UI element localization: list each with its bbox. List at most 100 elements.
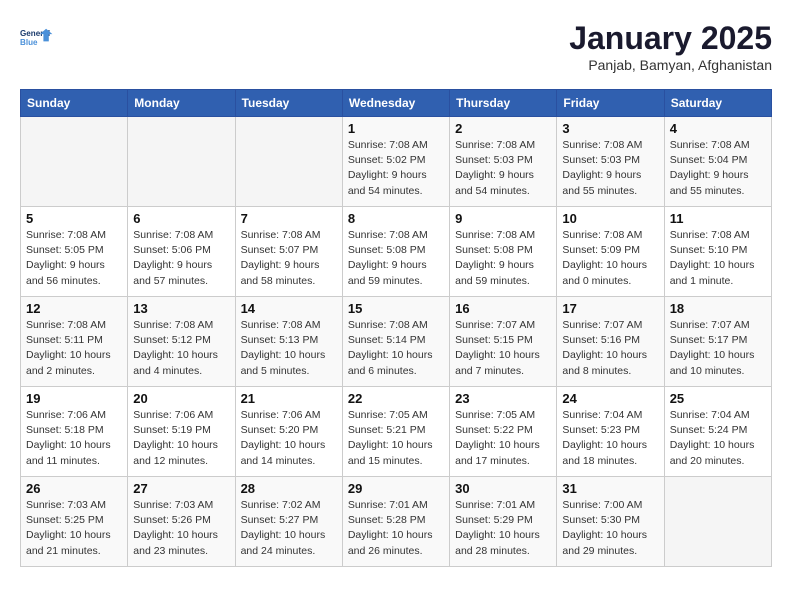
day-info: Sunrise: 7:00 AMSunset: 5:30 PMDaylight:… [562, 498, 658, 559]
calendar-cell: 6 Sunrise: 7:08 AMSunset: 5:06 PMDaylight… [128, 207, 235, 297]
day-info: Sunrise: 7:06 AMSunset: 5:20 PMDaylight:… [241, 408, 337, 469]
calendar-cell: 28Sunrise: 7:02 AMSunset: 5:27 PMDayligh… [235, 477, 342, 567]
day-number: 12 [26, 301, 122, 316]
day-info: Sunrise: 7:01 AMSunset: 5:29 PMDaylight:… [455, 498, 551, 559]
calendar-cell: 24 Sunrise: 7:04 AMSunset: 5:23 PMDayligh… [557, 387, 664, 477]
calendar-cell: 23 Sunrise: 7:05 AMSunset: 5:22 PMDayligh… [450, 387, 557, 477]
day-number: 11 [670, 211, 766, 226]
calendar-cell: 26Sunrise: 7:03 AMSunset: 5:25 PMDayligh… [21, 477, 128, 567]
calendar-cell: 3 Sunrise: 7:08 AMSunset: 5:03 PMDaylight… [557, 117, 664, 207]
calendar-cell: 12 Sunrise: 7:08 AMSunset: 5:11 PMDayligh… [21, 297, 128, 387]
calendar-cell: 19 Sunrise: 7:06 AMSunset: 5:18 PMDayligh… [21, 387, 128, 477]
day-number: 31 [562, 481, 658, 496]
calendar-cell [128, 117, 235, 207]
weekday-header-wednesday: Wednesday [342, 90, 449, 117]
svg-text:Blue: Blue [20, 38, 38, 47]
day-number: 19 [26, 391, 122, 406]
weekday-header-sunday: Sunday [21, 90, 128, 117]
calendar-cell: 25 Sunrise: 7:04 AMSunset: 5:24 PMDayligh… [664, 387, 771, 477]
calendar-week-row: 19 Sunrise: 7:06 AMSunset: 5:18 PMDayligh… [21, 387, 772, 477]
day-number: 1 [348, 121, 444, 136]
day-number: 30 [455, 481, 551, 496]
calendar-cell: 8Sunrise: 7:08 AMSunset: 5:08 PMDaylight… [342, 207, 449, 297]
day-info: Sunrise: 7:04 AMSunset: 5:24 PMDaylight:… [670, 408, 766, 469]
day-number: 20 [133, 391, 229, 406]
day-number: 27 [133, 481, 229, 496]
calendar-cell: 4Sunrise: 7:08 AMSunset: 5:04 PMDaylight… [664, 117, 771, 207]
weekday-header-thursday: Thursday [450, 90, 557, 117]
calendar-week-row: 26Sunrise: 7:03 AMSunset: 5:25 PMDayligh… [21, 477, 772, 567]
day-number: 5 [26, 211, 122, 226]
day-info: Sunrise: 7:08 AMSunset: 5:06 PMDaylight:… [133, 228, 229, 289]
day-info: Sunrise: 7:05 AMSunset: 5:22 PMDaylight:… [455, 408, 551, 469]
day-info: Sunrise: 7:08 AMSunset: 5:11 PMDaylight:… [26, 318, 122, 379]
page-header: GeneralBlue General Blue January 2025 Pa… [20, 20, 772, 73]
calendar-cell: 1 Sunrise: 7:08 AMSunset: 5:02 PMDaylight… [342, 117, 449, 207]
day-number: 21 [241, 391, 337, 406]
day-number: 3 [562, 121, 658, 136]
day-number: 29 [348, 481, 444, 496]
calendar-week-row: 1 Sunrise: 7:08 AMSunset: 5:02 PMDaylight… [21, 117, 772, 207]
day-info: Sunrise: 7:04 AMSunset: 5:23 PMDaylight:… [562, 408, 658, 469]
calendar-cell: 27 Sunrise: 7:03 AMSunset: 5:26 PMDayligh… [128, 477, 235, 567]
day-number: 25 [670, 391, 766, 406]
day-number: 28 [241, 481, 337, 496]
day-info: Sunrise: 7:07 AMSunset: 5:16 PMDaylight:… [562, 318, 658, 379]
day-number: 2 [455, 121, 551, 136]
day-number: 24 [562, 391, 658, 406]
day-number: 22 [348, 391, 444, 406]
day-number: 4 [670, 121, 766, 136]
calendar-cell: 13 Sunrise: 7:08 AMSunset: 5:12 PMDayligh… [128, 297, 235, 387]
day-info: Sunrise: 7:06 AMSunset: 5:19 PMDaylight:… [133, 408, 229, 469]
calendar-cell: 30 Sunrise: 7:01 AMSunset: 5:29 PMDayligh… [450, 477, 557, 567]
weekday-header-saturday: Saturday [664, 90, 771, 117]
calendar-cell: 17Sunrise: 7:07 AMSunset: 5:16 PMDayligh… [557, 297, 664, 387]
weekday-header-monday: Monday [128, 90, 235, 117]
logo-icon: GeneralBlue [20, 20, 56, 56]
day-info: Sunrise: 7:03 AMSunset: 5:25 PMDaylight:… [26, 498, 122, 559]
calendar-week-row: 12 Sunrise: 7:08 AMSunset: 5:11 PMDayligh… [21, 297, 772, 387]
calendar-cell [664, 477, 771, 567]
calendar-cell: 16 Sunrise: 7:07 AMSunset: 5:15 PMDayligh… [450, 297, 557, 387]
calendar-cell [235, 117, 342, 207]
calendar-cell: 31 Sunrise: 7:00 AMSunset: 5:30 PMDayligh… [557, 477, 664, 567]
day-number: 16 [455, 301, 551, 316]
calendar-week-row: 5 Sunrise: 7:08 AMSunset: 5:05 PMDaylight… [21, 207, 772, 297]
calendar-cell: 7Sunrise: 7:08 AMSunset: 5:07 PMDaylight… [235, 207, 342, 297]
day-info: Sunrise: 7:08 AMSunset: 5:03 PMDaylight:… [455, 138, 551, 199]
calendar-cell: 9Sunrise: 7:08 AMSunset: 5:08 PMDaylight… [450, 207, 557, 297]
day-info: Sunrise: 7:08 AMSunset: 5:10 PMDaylight:… [670, 228, 766, 289]
day-number: 9 [455, 211, 551, 226]
day-number: 10 [562, 211, 658, 226]
day-info: Sunrise: 7:08 AMSunset: 5:02 PMDaylight:… [348, 138, 444, 199]
day-number: 6 [133, 211, 229, 226]
day-number: 18 [670, 301, 766, 316]
day-info: Sunrise: 7:08 AMSunset: 5:05 PMDaylight:… [26, 228, 122, 289]
calendar-cell: 10 Sunrise: 7:08 AMSunset: 5:09 PMDayligh… [557, 207, 664, 297]
day-number: 13 [133, 301, 229, 316]
day-info: Sunrise: 7:07 AMSunset: 5:15 PMDaylight:… [455, 318, 551, 379]
day-number: 14 [241, 301, 337, 316]
day-info: Sunrise: 7:03 AMSunset: 5:26 PMDaylight:… [133, 498, 229, 559]
calendar-cell: 11 Sunrise: 7:08 AMSunset: 5:10 PMDayligh… [664, 207, 771, 297]
title-block: January 2025 Panjab, Bamyan, Afghanistan [569, 20, 772, 73]
calendar-cell: 18Sunrise: 7:07 AMSunset: 5:17 PMDayligh… [664, 297, 771, 387]
day-info: Sunrise: 7:08 AMSunset: 5:14 PMDaylight:… [348, 318, 444, 379]
day-info: Sunrise: 7:08 AMSunset: 5:03 PMDaylight:… [562, 138, 658, 199]
calendar-cell: 2 Sunrise: 7:08 AMSunset: 5:03 PMDaylight… [450, 117, 557, 207]
day-info: Sunrise: 7:06 AMSunset: 5:18 PMDaylight:… [26, 408, 122, 469]
calendar-subtitle: Panjab, Bamyan, Afghanistan [569, 57, 772, 73]
calendar-title: January 2025 [569, 20, 772, 57]
calendar-cell: 5 Sunrise: 7:08 AMSunset: 5:05 PMDaylight… [21, 207, 128, 297]
day-info: Sunrise: 7:08 AMSunset: 5:09 PMDaylight:… [562, 228, 658, 289]
day-info: Sunrise: 7:01 AMSunset: 5:28 PMDaylight:… [348, 498, 444, 559]
calendar-cell [21, 117, 128, 207]
day-info: Sunrise: 7:08 AMSunset: 5:07 PMDaylight:… [241, 228, 337, 289]
calendar-cell: 21 Sunrise: 7:06 AMSunset: 5:20 PMDayligh… [235, 387, 342, 477]
calendar-cell: 15Sunrise: 7:08 AMSunset: 5:14 PMDayligh… [342, 297, 449, 387]
logo: GeneralBlue General Blue [20, 20, 56, 56]
day-info: Sunrise: 7:05 AMSunset: 5:21 PMDaylight:… [348, 408, 444, 469]
calendar-cell: 20 Sunrise: 7:06 AMSunset: 5:19 PMDayligh… [128, 387, 235, 477]
day-info: Sunrise: 7:08 AMSunset: 5:12 PMDaylight:… [133, 318, 229, 379]
day-number: 23 [455, 391, 551, 406]
